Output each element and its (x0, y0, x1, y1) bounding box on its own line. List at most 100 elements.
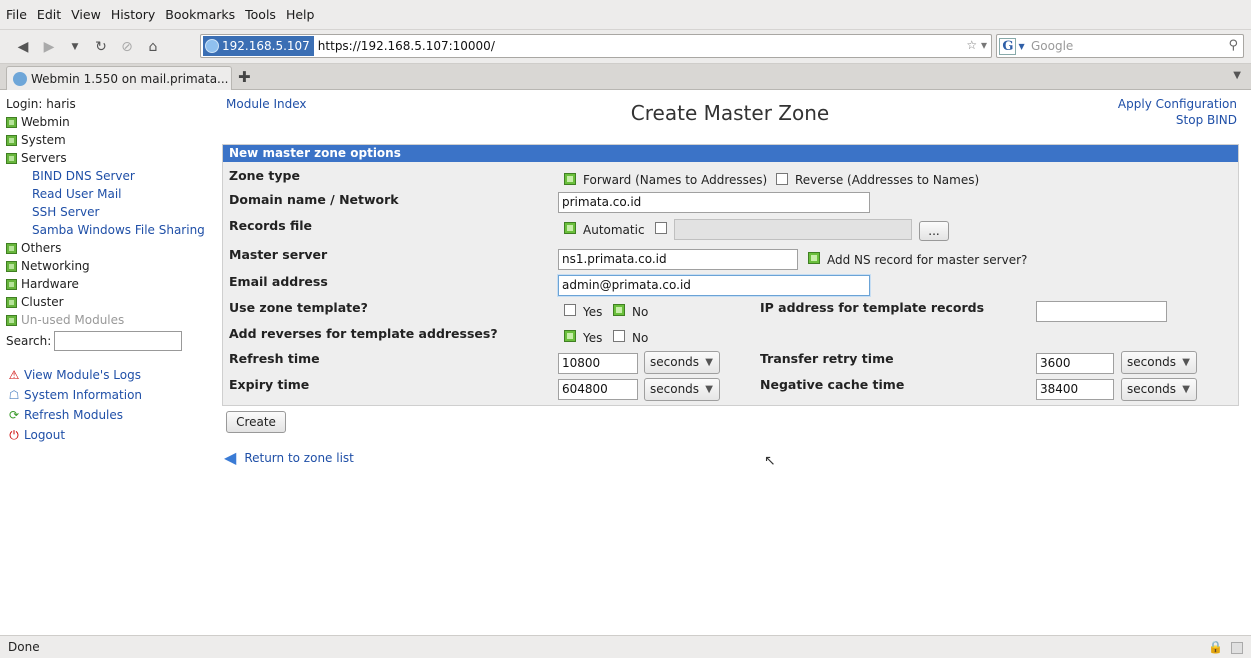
module-samba[interactable]: Samba Windows File Sharing (6, 221, 211, 239)
bookmark-star-icon[interactable]: ☆ ▾ (966, 38, 987, 52)
menu-file[interactable]: File (6, 7, 27, 22)
retry-unit-select[interactable]: seconds ▼ (1121, 351, 1197, 374)
home-icon[interactable]: ⌂ (140, 34, 166, 60)
search-placeholder[interactable]: Google (1031, 39, 1073, 53)
negative-cache-input[interactable]: 38400 (1036, 379, 1114, 400)
power-icon: ⏻ (9, 427, 19, 442)
view-module-logs-link[interactable]: ⚠ View Module's Logs (6, 365, 211, 385)
retry-time-label: Transfer retry time (760, 351, 894, 366)
expiry-time-input[interactable]: 604800 (558, 379, 638, 400)
category-icon (6, 242, 17, 254)
expiry-unit-select[interactable]: seconds ▼ (644, 378, 720, 401)
category-unused-modules[interactable]: Un-used Modules (6, 311, 211, 329)
records-automatic-radio[interactable] (564, 222, 576, 234)
stop-icon[interactable]: ⊘ (114, 34, 140, 60)
lock-icon[interactable]: 🔒 (1208, 640, 1223, 654)
zone-template-label: Use zone template? (229, 300, 368, 315)
history-dropdown-icon[interactable]: ▼ (62, 34, 88, 60)
reload-icon[interactable]: ↻ (88, 34, 114, 60)
left-sidebar: Login: haris Webmin System Servers BIND … (6, 95, 211, 445)
reverses-yes-radio[interactable] (564, 330, 576, 342)
template-no-radio[interactable] (613, 304, 625, 316)
zone-type-reverse-radio[interactable] (776, 173, 788, 185)
system-information-link[interactable]: ☖ System Information (6, 385, 211, 405)
address-bar[interactable]: 192.168.5.107 https://192.168.5.107:1000… (200, 34, 992, 58)
menu-tools[interactable]: Tools (245, 7, 276, 22)
domain-label: Domain name / Network (229, 192, 399, 207)
menu-edit[interactable]: Edit (37, 7, 61, 22)
template-yes-radio[interactable] (564, 304, 576, 316)
reverses-yes-label: Yes (583, 331, 603, 345)
chevron-down-icon: ▼ (1182, 357, 1190, 368)
apply-configuration-link[interactable]: Apply Configuration (1118, 97, 1237, 111)
tab-webmin[interactable]: Webmin 1.550 on mail.primata... (6, 66, 232, 90)
globe-icon (205, 39, 219, 53)
search-bar[interactable]: G ▼ Google ⚲ (996, 34, 1244, 58)
retry-time-input[interactable]: 3600 (1036, 353, 1114, 374)
refresh-icon: ⟳ (8, 408, 20, 422)
category-icon (6, 152, 17, 164)
negative-cache-label: Negative cache time (760, 377, 905, 392)
menu-bookmarks[interactable]: Bookmarks (165, 7, 235, 22)
reverses-no-radio[interactable] (613, 330, 625, 342)
module-ssh-server[interactable]: SSH Server (6, 203, 211, 221)
expiry-time-label: Expiry time (229, 377, 310, 392)
module-index-link[interactable]: Module Index (226, 97, 306, 111)
records-file-label: Records file (229, 218, 313, 233)
zone-type-forward-radio[interactable] (564, 173, 576, 185)
records-file-input[interactable] (674, 219, 912, 240)
mouse-cursor-icon: ↖ (764, 453, 776, 469)
webmin-favicon-icon (13, 71, 27, 86)
sidebar-search-input[interactable] (54, 331, 183, 351)
tab-title: Webmin 1.550 on mail.primata... (31, 71, 229, 86)
category-cluster[interactable]: Cluster (6, 293, 211, 311)
records-custom-radio[interactable] (655, 222, 667, 234)
page-title: Create Master Zone (630, 101, 830, 125)
records-browse-button[interactable]: ... (919, 221, 949, 241)
add-ns-record-label: Add NS record for master server? (827, 253, 1028, 267)
tab-bar: Webmin 1.550 on mail.primata... ✚ ▼ (0, 64, 1251, 90)
return-to-zone-list-link[interactable]: ◀ Return to zone list (224, 448, 354, 467)
menu-help[interactable]: Help (286, 7, 315, 22)
resize-grip-icon[interactable] (1231, 642, 1243, 654)
refresh-modules-link[interactable]: ⟳ Refresh Modules (6, 405, 211, 425)
menu-view[interactable]: View (71, 7, 101, 22)
category-icon (6, 260, 17, 272)
category-icon (6, 314, 17, 326)
master-server-input[interactable]: ns1.primata.co.id (558, 249, 798, 270)
new-tab-icon[interactable]: ✚ (238, 68, 251, 86)
module-bind-dns[interactable]: BIND DNS Server (6, 167, 211, 185)
sidebar-search-label: Search: (6, 334, 52, 348)
return-label: Return to zone list (244, 450, 354, 465)
logout-link[interactable]: ⏻ Logout (6, 425, 211, 445)
stop-bind-link[interactable]: Stop BIND (1176, 113, 1237, 127)
refresh-unit-select[interactable]: seconds ▼ (644, 351, 720, 374)
category-hardware[interactable]: Hardware (6, 275, 211, 293)
module-read-user-mail[interactable]: Read User Mail (6, 185, 211, 203)
url-text[interactable]: https://192.168.5.107:10000/ (318, 39, 495, 53)
category-icon (6, 296, 17, 308)
refresh-time-input[interactable]: 10800 (558, 353, 638, 374)
email-label: Email address (229, 274, 328, 289)
category-others[interactable]: Others (6, 239, 211, 257)
category-servers[interactable]: Servers (6, 149, 211, 167)
forward-icon[interactable]: ▶ (36, 34, 62, 60)
category-icon (6, 116, 17, 128)
category-networking[interactable]: Networking (6, 257, 211, 275)
search-engine-icon[interactable]: G ▼ (997, 36, 1027, 56)
list-all-tabs-icon[interactable]: ▼ (1233, 70, 1241, 81)
template-ip-input[interactable] (1036, 301, 1167, 322)
zone-type-label: Zone type (229, 168, 300, 183)
add-ns-record-checkbox[interactable] (808, 252, 820, 264)
back-arrow-icon: ◀ (224, 448, 237, 467)
create-button[interactable]: Create (226, 411, 286, 433)
back-icon[interactable]: ◀ (10, 34, 36, 60)
magnifier-icon[interactable]: ⚲ (1228, 38, 1238, 53)
menu-history[interactable]: History (111, 7, 155, 22)
category-webmin[interactable]: Webmin (6, 113, 211, 131)
domain-input[interactable]: primata.co.id (558, 192, 870, 213)
site-identity-badge[interactable]: 192.168.5.107 (203, 36, 314, 56)
negative-unit-select[interactable]: seconds ▼ (1121, 378, 1197, 401)
category-system[interactable]: System (6, 131, 211, 149)
email-input[interactable]: admin@primata.co.id (558, 275, 870, 296)
